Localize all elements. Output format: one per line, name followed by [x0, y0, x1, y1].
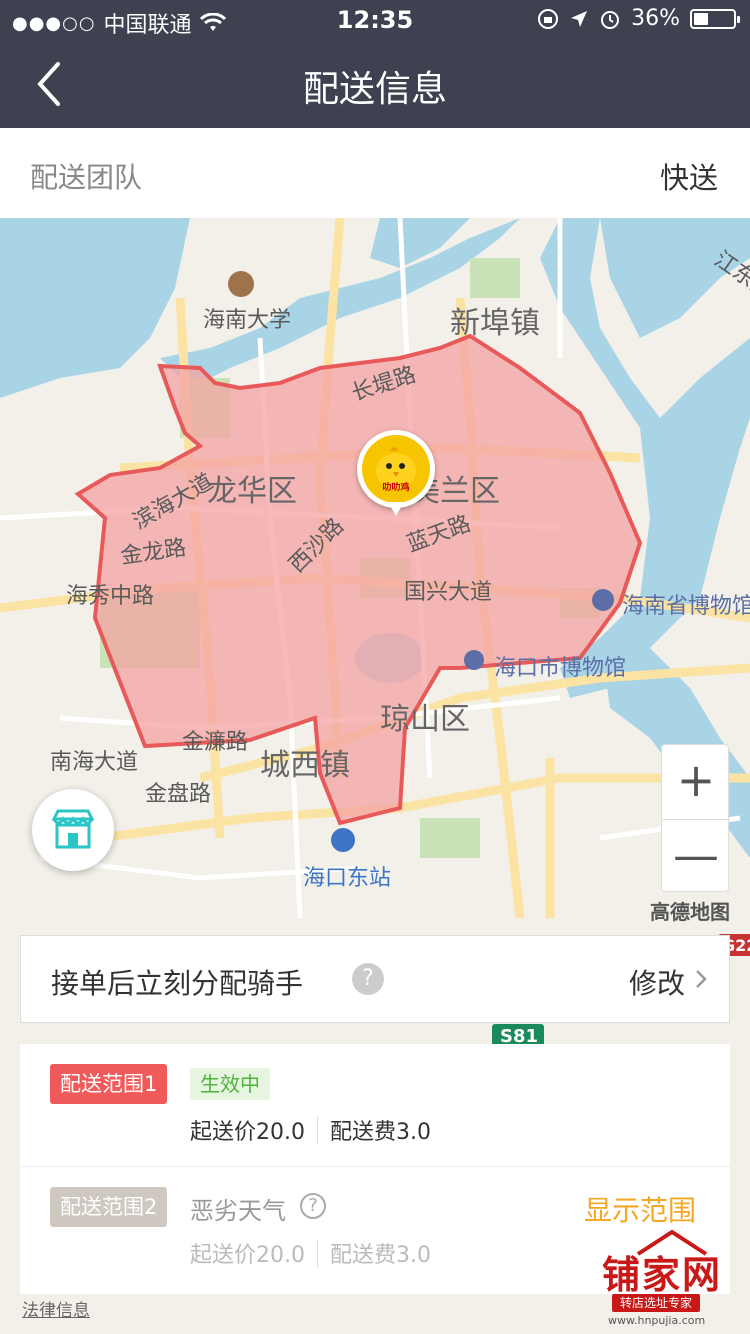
map-label-guoxing: 国兴大道	[404, 580, 493, 605]
map-label-hainan-univ: 海南大学	[203, 308, 292, 333]
store-location-pin[interactable]: 叻叻鸡	[357, 430, 435, 516]
range-tag: 配送范围1	[50, 1064, 168, 1104]
chevron-right-icon	[696, 970, 707, 988]
divider	[317, 1239, 318, 1267]
store-icon	[51, 809, 95, 849]
legal-info-link[interactable]: 法律信息	[22, 1296, 90, 1321]
map-provider-logo: 高德地图	[650, 900, 730, 924]
range-fees: 起送价20.0 配送费3.0	[190, 1114, 431, 1146]
map-label-museum-city: 海口市博物馆	[494, 656, 627, 681]
pin-brand-label: 叻叻鸡	[382, 483, 410, 493]
rotation-lock-icon	[538, 8, 559, 29]
show-range-button[interactable]: 显示范围	[584, 1189, 696, 1229]
alarm-icon	[601, 10, 620, 29]
watermark-logo: 铺家网 转店选址专家 www.hnpujia.com	[598, 1228, 746, 1330]
map-label-east-station: 海口东站	[303, 866, 392, 891]
map-green-area	[420, 818, 480, 858]
header: ●●●○○ 中国联通 12:35 36% 配送信息	[0, 0, 750, 128]
poi-museum-marker	[592, 589, 614, 611]
store-button[interactable]	[32, 789, 114, 871]
map-label-longhua: 龙华区	[207, 474, 297, 509]
delivery-team-value: 快送	[659, 161, 718, 195]
map-label-haixiu: 海秀中路	[66, 584, 155, 609]
zoom-in-button[interactable]: +	[662, 745, 730, 819]
map-green-area	[470, 258, 520, 298]
delivery-team-row: 配送团队 快送	[0, 128, 750, 218]
help-icon[interactable]: ?	[300, 1193, 326, 1219]
help-icon[interactable]: ?	[352, 963, 384, 995]
delivery-fee: 配送费3.0	[330, 1120, 431, 1145]
divider	[317, 1116, 318, 1144]
range-fees: 起送价20.0 配送费3.0	[190, 1237, 431, 1269]
zoom-control: + —	[661, 744, 730, 893]
range-tag: 配送范围2	[50, 1187, 168, 1227]
delivery-range-item[interactable]: 配送范围1 生效中 起送价20.0 配送费3.0	[20, 1044, 730, 1166]
zoom-out-button[interactable]: —	[662, 819, 730, 893]
watermark-url: www.hnpujia.com	[608, 1314, 706, 1327]
map-label-chengxi: 城西镇	[260, 748, 350, 783]
map-label-jinlian: 金濂路	[182, 730, 249, 755]
watermark-slogan: 转店选址专家	[612, 1294, 701, 1312]
poi-museum-marker	[464, 650, 484, 670]
rider-assign-label: 接单后立刻分配骑手	[51, 967, 304, 1000]
delivery-fee: 配送费3.0	[330, 1243, 431, 1268]
store-logo: 叻叻鸡	[362, 435, 430, 503]
min-price: 起送价20.0	[190, 1120, 305, 1145]
map-label-jinpan: 金盘路	[145, 782, 212, 807]
map-label-qiongshan: 琼山区	[380, 702, 470, 737]
watermark-text: 铺家网	[602, 1253, 723, 1297]
edit-button[interactable]: 修改	[629, 962, 685, 1002]
location-arrow-icon	[571, 10, 588, 27]
map-label-museum-prov: 海南省博物馆	[622, 594, 750, 619]
map-label-nanhai: 南海大道	[50, 750, 139, 775]
map-label-xinbu: 新埠镇	[450, 306, 540, 341]
min-price: 起送价20.0	[190, 1243, 305, 1268]
poi-station-marker	[331, 828, 355, 852]
delivery-team-label: 配送团队	[30, 161, 143, 194]
pin-tail	[388, 502, 404, 516]
rider-assign-row[interactable]: 接单后立刻分配骑手 ? 修改	[20, 935, 730, 1023]
battery-icon	[690, 8, 740, 29]
status-badge: 生效中	[190, 1068, 270, 1100]
range-condition: 恶劣天气	[190, 1197, 286, 1225]
battery-percent: 36%	[631, 6, 680, 31]
delivery-range-polygon	[74, 333, 643, 826]
nav-bar: 配送信息	[0, 40, 750, 128]
poi-university-marker	[228, 271, 254, 297]
status-bar: ●●●○○ 中国联通 12:35 36%	[0, 0, 750, 40]
page-title: 配送信息	[302, 69, 447, 110]
